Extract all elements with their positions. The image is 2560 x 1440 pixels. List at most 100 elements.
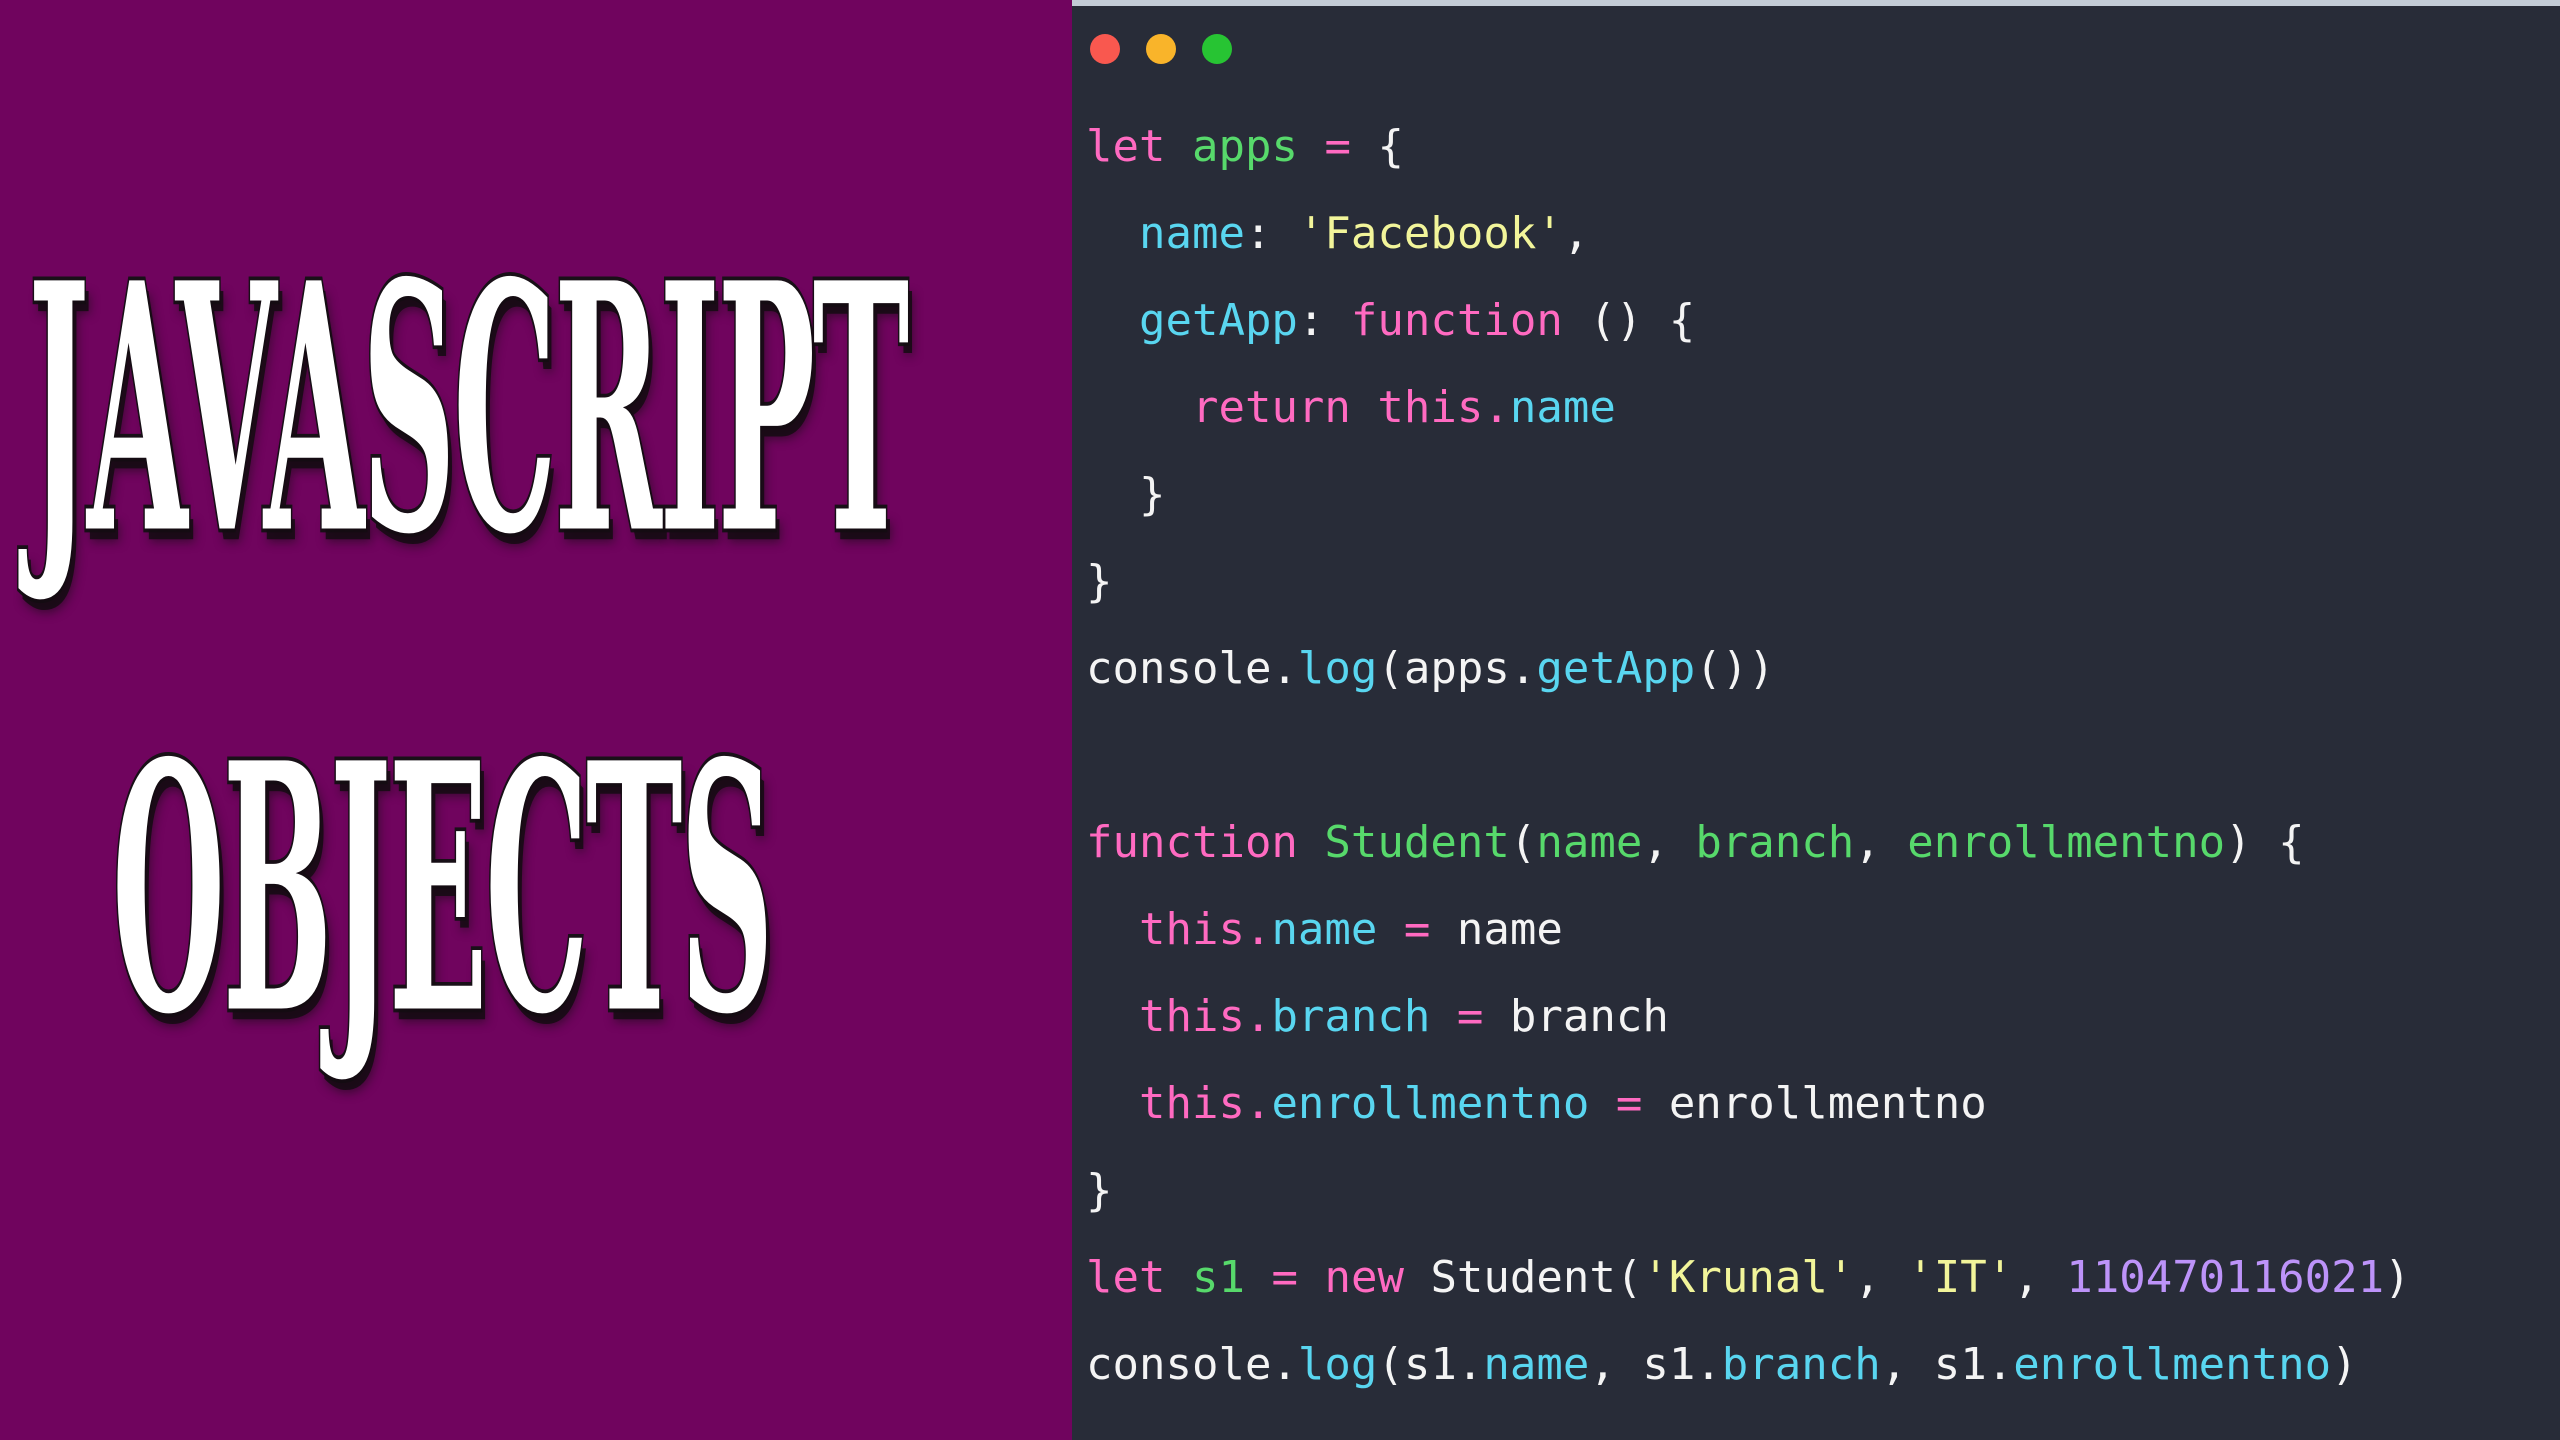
title-block: JAVASCRIPT OBJECTS: [0, 0, 1072, 1440]
code-line: this.branch = branch: [1086, 990, 1669, 1044]
code-token: branch: [1721, 1339, 1881, 1390]
code-token: (apps.: [1377, 643, 1537, 694]
code-token: let: [1086, 121, 1166, 172]
code-token: ,: [1642, 817, 1696, 868]
code-token: this.: [1138, 991, 1272, 1042]
code-token: enrollmentno: [1907, 817, 2226, 868]
code-content[interactable]: let apps = { name: 'Facebook', getApp: f…: [1072, 98, 2560, 1440]
code-line: }: [1086, 468, 1166, 522]
code-token: =: [1456, 991, 1484, 1042]
code-token: function: [1086, 817, 1298, 868]
editor-titlebar: [1072, 6, 2560, 98]
code-token: this.: [1377, 382, 1510, 433]
code-token: apps: [1191, 121, 1298, 172]
code-line: this.name = name: [1086, 903, 1563, 957]
code-token: () {: [1562, 295, 1696, 346]
code-line: console.log(apps.getApp()): [1086, 642, 1775, 696]
code-token: s1: [1191, 1252, 1245, 1303]
code-token: name: [1509, 382, 1616, 433]
code-token: =: [1271, 1252, 1298, 1303]
code-token: enrollmentno: [1271, 1078, 1590, 1129]
code-token: :: [1244, 208, 1298, 259]
window-controls: [1090, 34, 1232, 64]
code-token: log: [1297, 643, 1378, 694]
code-token: , s1.: [1589, 1339, 1722, 1390]
maximize-icon[interactable]: [1202, 34, 1232, 64]
code-token: :: [1297, 295, 1351, 346]
code-token: 110470116021: [2066, 1252, 2385, 1303]
code-token: 'Krunal': [1642, 1252, 1855, 1303]
code-token: name: [1138, 208, 1245, 259]
code-token: name: [1430, 904, 1563, 955]
code-token: {: [1350, 121, 1404, 172]
code-token: enrollmentno: [2013, 1339, 2332, 1390]
code-token: name: [1483, 1339, 1590, 1390]
code-token: ): [2331, 1339, 2358, 1390]
code-line: }: [1086, 1164, 1113, 1218]
code-line: return this.name: [1086, 381, 1616, 435]
code-token: ) {: [2225, 817, 2305, 868]
code-token: log: [1297, 1339, 1378, 1390]
code-token: ,: [1854, 1252, 1908, 1303]
code-token: getApp: [1536, 643, 1696, 694]
code-token: ): [2384, 1252, 2411, 1303]
slide-canvas: JAVASCRIPT OBJECTS let apps = { name: 'F…: [0, 0, 2560, 1440]
code-token: ,: [1562, 208, 1590, 259]
code-token: (s1.: [1377, 1339, 1484, 1390]
code-token: console.: [1086, 1339, 1298, 1390]
code-token: 'Facebook': [1297, 208, 1563, 259]
code-line: getApp: function () {: [1086, 294, 1695, 348]
code-token: enrollmentno: [1642, 1078, 1987, 1129]
code-token: =: [1324, 121, 1351, 172]
title-panel: JAVASCRIPT OBJECTS: [0, 0, 1072, 1440]
code-token: 'IT': [1907, 1252, 2014, 1303]
code-token: name: [1536, 817, 1643, 868]
code-token: ,: [1854, 817, 1908, 868]
code-token: branch: [1483, 991, 1669, 1042]
page-title-javascript: JAVASCRIPT: [27, 235, 1072, 583]
code-token: return: [1191, 382, 1351, 433]
code-token: , s1.: [1880, 1339, 2014, 1390]
code-token: }: [1086, 556, 1113, 607]
code-token: (: [1509, 817, 1537, 868]
code-token: let: [1086, 1252, 1166, 1303]
page-title-javascript-text: JAVASCRIPT: [27, 209, 911, 610]
code-token: this.: [1138, 1078, 1272, 1129]
code-line: this.enrollmentno = enrollmentno: [1086, 1077, 1987, 1131]
code-token: console.: [1086, 643, 1298, 694]
code-token: =: [1615, 1078, 1643, 1129]
code-token: ()): [1695, 643, 1775, 694]
code-token: }: [1086, 469, 1166, 520]
minimize-icon[interactable]: [1146, 34, 1176, 64]
code-line: name: 'Facebook',: [1086, 207, 1589, 261]
page-title-objects-text: OBJECTS: [111, 689, 776, 1090]
code-token: =: [1403, 904, 1431, 955]
code-line: console.log(s1.name, s1.branch, s1.enrol…: [1086, 1338, 2358, 1392]
code-line: function Student(name, branch, enrollmen…: [1086, 816, 2305, 870]
code-token: this.: [1138, 904, 1272, 955]
code-line: let s1 = new Student('Krunal', 'IT', 110…: [1086, 1251, 2411, 1305]
code-token: branch: [1271, 991, 1431, 1042]
code-token: name: [1271, 904, 1378, 955]
close-icon[interactable]: [1090, 34, 1120, 64]
page-title-objects: OBJECTS: [111, 715, 1072, 1063]
code-token: Student(: [1403, 1252, 1643, 1303]
code-token: }: [1086, 1165, 1113, 1216]
code-token: ,: [2013, 1252, 2067, 1303]
code-editor-window: let apps = { name: 'Facebook', getApp: f…: [1072, 0, 2560, 1440]
